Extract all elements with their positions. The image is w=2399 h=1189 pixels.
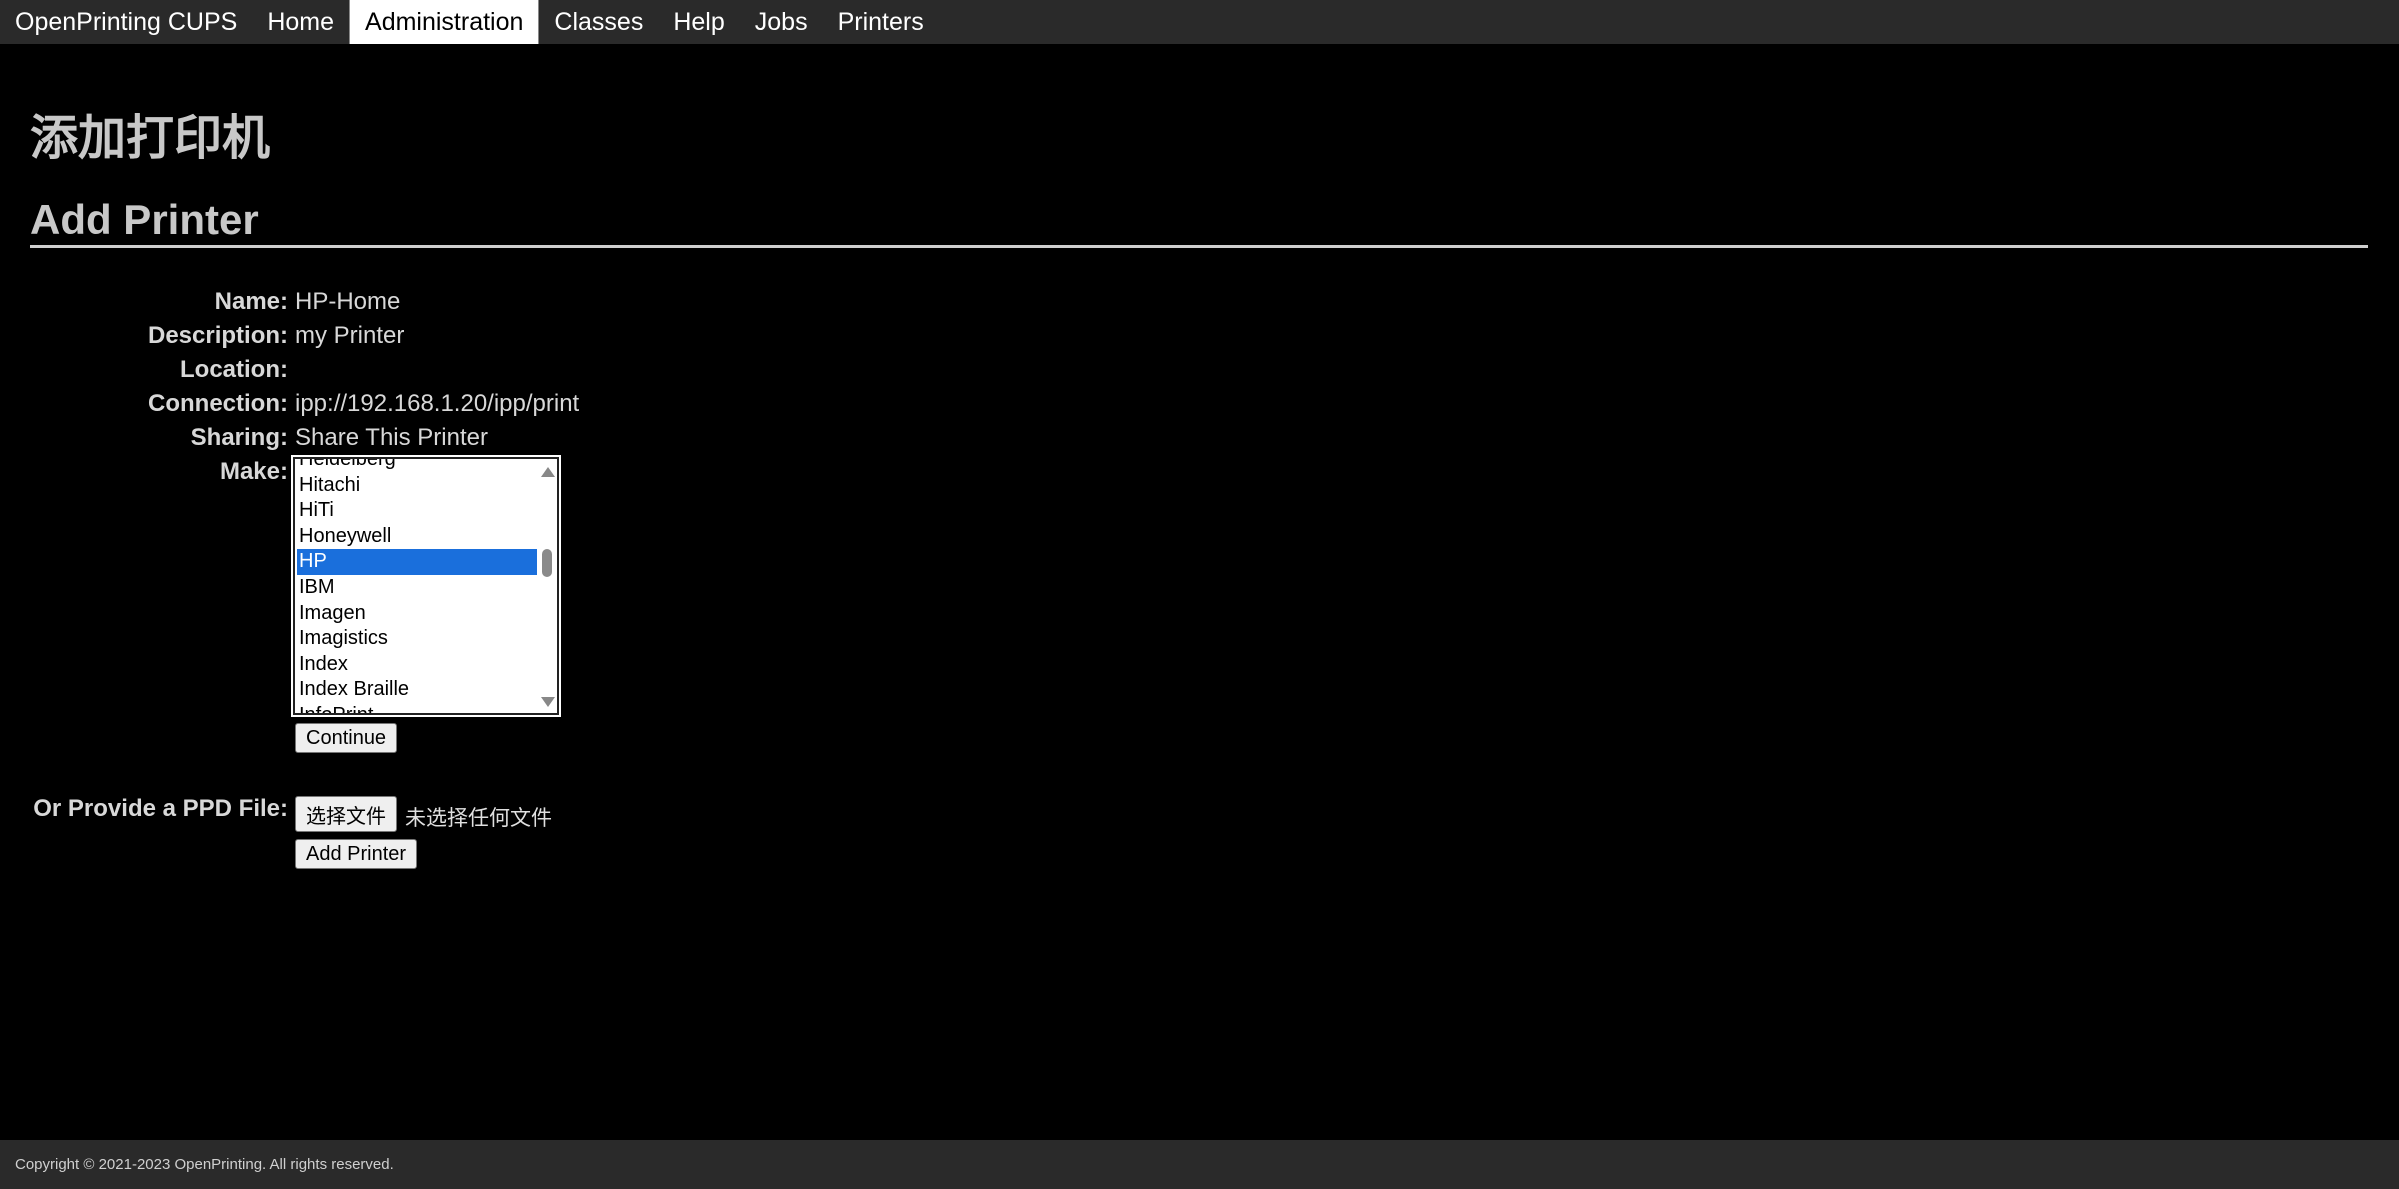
ppd-file-label: Or Provide a PPD File: (33, 795, 288, 822)
copyright-text: Copyright © 2021-2023 OpenPrinting. All … (15, 1156, 394, 1173)
make-option[interactable]: Honeywell (297, 524, 537, 550)
description-label: Description: (147, 322, 288, 349)
make-option[interactable]: Hitachi (297, 473, 537, 499)
continue-button[interactable]: Continue (295, 723, 398, 753)
name-value: HP-Home (295, 288, 401, 315)
nav-item-help[interactable]: Help (658, 0, 739, 44)
nav-item-administration[interactable]: Administration (349, 0, 540, 44)
make-option[interactable]: Index (297, 652, 537, 678)
scroll-thumb[interactable] (542, 549, 552, 577)
choose-file-button[interactable]: 选择文件 (295, 796, 397, 832)
make-option[interactable]: HiTi (297, 498, 537, 524)
nav-item-printers[interactable]: Printers (823, 0, 939, 44)
make-option[interactable]: Imagistics (297, 626, 537, 652)
make-option[interactable]: Heidelberg (297, 459, 537, 473)
make-option[interactable]: Imagen (297, 601, 537, 627)
make-option[interactable]: InfoPrint (297, 703, 537, 713)
sharing-value: Share This Printer (295, 424, 488, 451)
make-select-list[interactable]: Heidelberg Hitachi HiTi Honeywell HP IBM… (291, 455, 561, 717)
sharing-label: Sharing: (190, 424, 288, 451)
make-option[interactable]: IBM (297, 575, 537, 601)
nav-item-classes[interactable]: Classes (539, 0, 658, 44)
connection-value: ipp://192.168.1.20/ipp/print (295, 390, 580, 417)
nav-item-jobs[interactable]: Jobs (740, 0, 823, 44)
page-title: Add Printer (30, 196, 259, 243)
footer: Copyright © 2021-2023 OpenPrinting. All … (0, 1140, 2399, 1189)
page-title-cn: 添加打印机 (30, 110, 271, 166)
heading-divider (30, 245, 2368, 248)
connection-label: Connection: (148, 390, 288, 417)
top-nav: OpenPrinting CUPS Home Administration Cl… (0, 0, 2399, 44)
nav-item-home[interactable]: Home (252, 0, 349, 44)
scroll-up-arrow-icon[interactable] (541, 467, 555, 477)
make-label: Make: (219, 458, 288, 485)
name-label: Name: (214, 288, 288, 315)
no-file-status: 未选择任何文件 (405, 806, 552, 830)
location-label: Location: (180, 356, 288, 383)
page: OpenPrinting CUPS Home Administration Cl… (0, 0, 2399, 1189)
add-printer-button[interactable]: Add Printer (295, 839, 418, 869)
make-option[interactable]: Index Braille (297, 677, 537, 703)
description-value: my Printer (295, 322, 405, 349)
scroll-down-arrow-icon[interactable] (541, 697, 555, 707)
make-list-scrollbar[interactable] (539, 461, 555, 711)
make-option-selected[interactable]: HP (297, 549, 537, 575)
nav-item-openprinting-cups[interactable]: OpenPrinting CUPS (0, 0, 252, 44)
